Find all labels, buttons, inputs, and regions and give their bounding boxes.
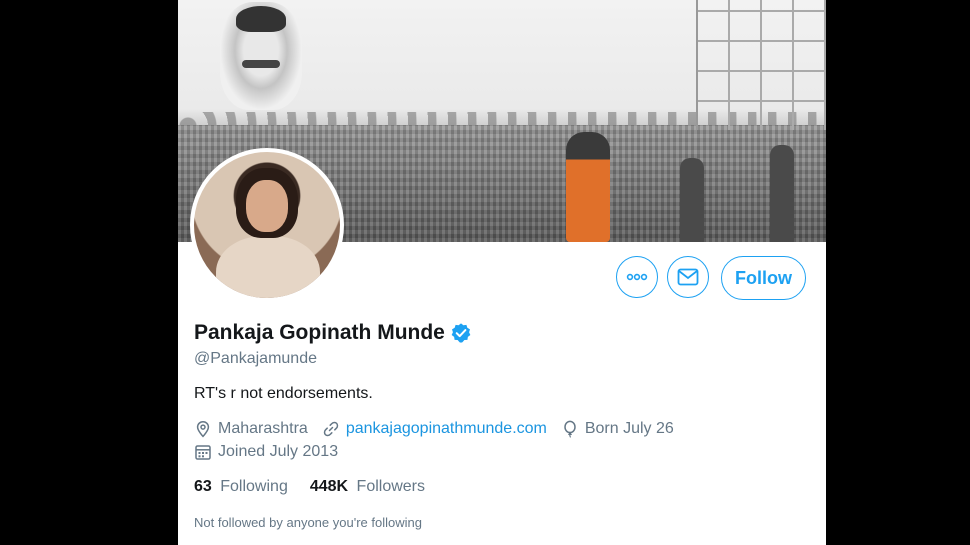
banner-portrait bbox=[220, 2, 302, 110]
profile-avatar[interactable] bbox=[190, 148, 344, 302]
joined-item: Joined July 2013 bbox=[194, 443, 338, 461]
calendar-icon bbox=[195, 445, 211, 460]
followers-label: Followers bbox=[356, 478, 426, 495]
avatar-body bbox=[216, 236, 320, 298]
profile-bio: RT's r not endorsements. bbox=[194, 385, 373, 402]
verified-badge-icon bbox=[451, 323, 471, 343]
location-item: Maharashtra bbox=[194, 420, 308, 438]
following-stat[interactable]: 63 Following bbox=[194, 478, 288, 496]
balloon-icon bbox=[564, 420, 576, 438]
following-label: Following bbox=[220, 478, 288, 495]
joined-text: Joined July 2013 bbox=[218, 443, 339, 460]
link-icon bbox=[323, 421, 339, 437]
banner-scaffold bbox=[696, 0, 826, 130]
profile-meta: Maharashtra pankajagopinathmunde.com Bor… bbox=[194, 420, 688, 438]
envelope-icon bbox=[677, 268, 699, 286]
followers-count: 448K bbox=[309, 478, 349, 495]
location-pin-icon bbox=[196, 421, 210, 438]
banner-person bbox=[680, 158, 704, 242]
message-button[interactable] bbox=[667, 256, 709, 298]
avatar-face bbox=[246, 180, 288, 232]
banner-speaker bbox=[566, 132, 610, 242]
more-options-button[interactable] bbox=[616, 256, 658, 298]
birthday-text: Born July 26 bbox=[584, 420, 674, 437]
location-text: Maharashtra bbox=[218, 420, 308, 437]
profile-card: Follow Pankaja Gopinath Munde @Pankajamu… bbox=[178, 0, 826, 545]
more-options-icon bbox=[626, 273, 648, 281]
followers-stat[interactable]: 448K Followers bbox=[310, 478, 425, 496]
user-handle: @Pankajamunde bbox=[194, 350, 317, 367]
follow-button[interactable]: Follow bbox=[721, 256, 806, 300]
profile-meta-joined: Joined July 2013 bbox=[194, 443, 352, 461]
following-count: 63 bbox=[194, 478, 212, 495]
profile-stats: 63 Following 448K Followers bbox=[194, 478, 447, 496]
name-row: Pankaja Gopinath Munde bbox=[194, 321, 472, 345]
website-item[interactable]: pankajagopinathmunde.com bbox=[322, 420, 547, 438]
banner-person bbox=[770, 145, 794, 242]
followed-by-context: Not followed by anyone you're following bbox=[194, 515, 422, 530]
birthday-item: Born July 26 bbox=[561, 420, 674, 438]
website-link[interactable]: pankajagopinathmunde.com bbox=[346, 420, 547, 438]
display-name: Pankaja Gopinath Munde bbox=[194, 321, 445, 344]
